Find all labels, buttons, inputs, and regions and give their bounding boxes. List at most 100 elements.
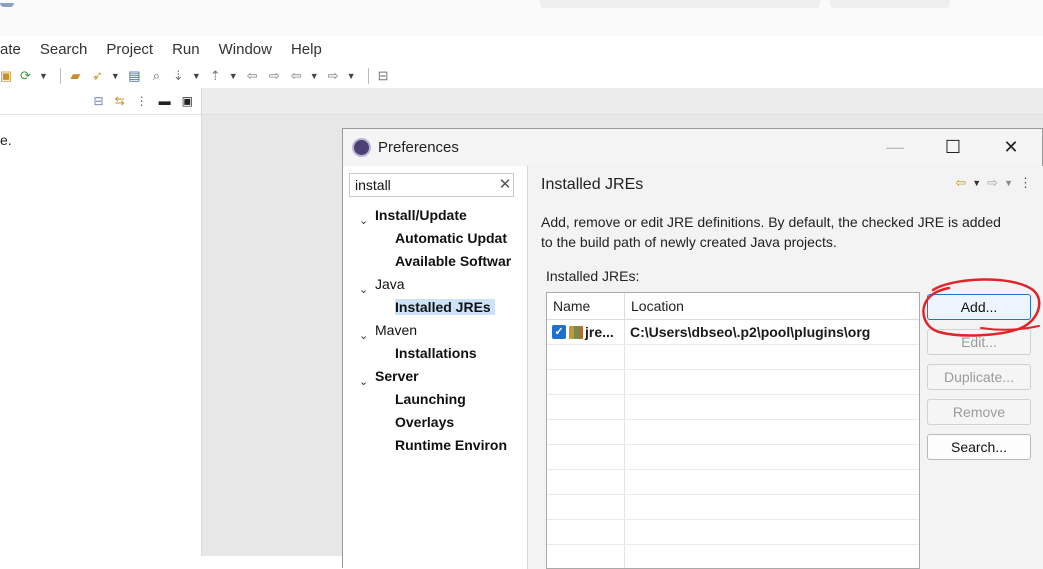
- tree-item-server[interactable]: Server: [375, 368, 419, 384]
- remove-button[interactable]: Remove: [927, 399, 1031, 425]
- table-row-empty: [547, 470, 919, 495]
- chevron-down-icon[interactable]: ▼: [1004, 178, 1013, 188]
- package-icon[interactable]: ▣: [0, 67, 12, 84]
- chevron-down-icon[interactable]: ⌄: [359, 375, 368, 388]
- empty-cell: [547, 545, 625, 568]
- table-row-empty: [547, 345, 919, 370]
- edit-button[interactable]: Edit...: [927, 329, 1031, 355]
- last-edit-icon[interactable]: ⇦: [244, 67, 261, 84]
- add-button[interactable]: Add...: [927, 294, 1031, 320]
- chevron-down-icon[interactable]: ⌄: [359, 214, 368, 227]
- minimize-window-icon[interactable]: —: [873, 129, 917, 165]
- jre-library-icon: [569, 325, 583, 339]
- empty-cell: [547, 520, 625, 544]
- table-row-empty: [547, 370, 919, 395]
- tree-item-automatic-updates[interactable]: Automatic Updat: [395, 230, 517, 246]
- tree-item-launching[interactable]: Launching: [395, 391, 466, 407]
- package-explorer-view: ⊟ ⇆ ⋮ ▬ ▣ e.: [0, 88, 202, 556]
- jre-name: jre...: [585, 324, 614, 340]
- dialog-title-bar: Preferences — ☐ ✕: [343, 129, 1042, 165]
- forward-arrow-icon[interactable]: ⇨: [325, 67, 342, 84]
- tree-item-java[interactable]: Java: [375, 276, 405, 292]
- tree-item-available-software[interactable]: Available Softwar: [395, 253, 517, 269]
- empty-cell: [547, 495, 625, 519]
- preference-page: Installed JREs ⇦ ▼ ⇨ ▼ ⋮ Add, remove or …: [528, 166, 1043, 569]
- view-message-fragment: e.: [0, 132, 12, 148]
- page-nav: ⇦ ▼ ⇨ ▼ ⋮: [955, 175, 1032, 191]
- tree-item-overlays[interactable]: Overlays: [395, 414, 454, 430]
- menu-window[interactable]: Window: [219, 41, 272, 58]
- window-title-blur: [540, 0, 820, 8]
- app-icon-fragment: [0, 3, 14, 7]
- empty-cell: [547, 445, 625, 469]
- maximize-window-icon[interactable]: ☐: [931, 129, 975, 165]
- duplicate-button[interactable]: Duplicate...: [927, 364, 1031, 390]
- collapse-all-icon[interactable]: ⊟: [94, 94, 104, 108]
- table-row-empty: [547, 495, 919, 520]
- menu-navigate[interactable]: ate: [0, 41, 21, 58]
- empty-cell: [547, 395, 625, 419]
- annotation-icon[interactable]: ⇣: [170, 67, 187, 84]
- link-editor-icon[interactable]: ⇆: [115, 94, 125, 108]
- console-icon[interactable]: ▤: [126, 67, 143, 84]
- toolbar-separator: [59, 67, 61, 84]
- back-arrow-icon[interactable]: ⇦: [955, 175, 966, 191]
- chevron-down-icon[interactable]: ▼: [229, 71, 238, 81]
- tree-item-install-update[interactable]: Install/Update: [375, 207, 467, 223]
- next-edit-icon[interactable]: ⇨: [266, 67, 283, 84]
- page-menu-icon[interactable]: ⋮: [1019, 175, 1032, 191]
- chevron-down-icon[interactable]: ▼: [347, 71, 356, 81]
- tree-item-installed-jres[interactable]: Installed JREs: [395, 299, 495, 315]
- tree-item-installed-jres-label: Installed JREs: [395, 299, 495, 315]
- maximize-icon[interactable]: ▣: [182, 94, 193, 108]
- empty-cell: [625, 445, 919, 469]
- menu-run[interactable]: Run: [172, 41, 200, 58]
- default-jre-checkbox[interactable]: ✓: [552, 325, 566, 339]
- menu-search[interactable]: Search: [40, 41, 88, 58]
- close-window-icon[interactable]: ✕: [989, 129, 1033, 165]
- chevron-down-icon[interactable]: ▼: [39, 71, 48, 81]
- clear-filter-icon[interactable]: ✕: [497, 175, 513, 193]
- editor-tab-strip: [202, 88, 1043, 115]
- forward-arrow-icon[interactable]: ⇨: [987, 175, 998, 191]
- column-header-location[interactable]: Location: [625, 293, 919, 319]
- filter-input[interactable]: [349, 173, 514, 197]
- empty-cell: [625, 520, 919, 544]
- rocket-icon[interactable]: ➶: [89, 67, 106, 84]
- toolbar-separator: [367, 67, 369, 84]
- ide-title-bar: [0, 0, 1043, 36]
- back-arrow-icon[interactable]: ⇦: [288, 67, 305, 84]
- menu-help[interactable]: Help: [291, 41, 322, 58]
- dialog-title: Preferences: [378, 138, 459, 156]
- chevron-down-icon[interactable]: ⌄: [359, 329, 368, 342]
- empty-cell: [625, 545, 919, 568]
- chevron-down-icon[interactable]: ▼: [310, 71, 319, 81]
- empty-cell: [625, 495, 919, 519]
- minimize-icon[interactable]: ▬: [159, 94, 171, 108]
- view-toolbar: ⊟ ⇆ ⋮ ▬ ▣: [0, 88, 201, 115]
- column-header-name[interactable]: Name: [547, 293, 625, 319]
- open-folder-icon[interactable]: ▰: [67, 67, 84, 84]
- menu-project[interactable]: Project: [106, 41, 153, 58]
- view-menu-icon[interactable]: ⋮: [136, 94, 148, 108]
- chevron-down-icon[interactable]: ▼: [972, 178, 981, 188]
- empty-cell: [547, 470, 625, 494]
- annotation-up-icon[interactable]: ⇡: [207, 67, 224, 84]
- tree-item-maven[interactable]: Maven: [375, 322, 417, 338]
- empty-cell: [625, 470, 919, 494]
- jre-table: Name Location ✓ jre... C:\Users\dbseo\.p…: [546, 292, 920, 569]
- jre-location-cell: C:\Users\dbseo\.p2\pool\plugins\org: [630, 324, 871, 340]
- search-button[interactable]: Search...: [927, 434, 1031, 460]
- empty-cell: [625, 345, 919, 369]
- chevron-down-icon[interactable]: ⌄: [359, 283, 368, 296]
- pin-editor-icon[interactable]: ⊟: [375, 67, 392, 84]
- window-title-blur-2: [830, 0, 950, 8]
- tree-item-runtime-environments[interactable]: Runtime Environ: [395, 437, 517, 453]
- refresh-icon[interactable]: ⟳: [17, 67, 34, 84]
- tree-item-installations[interactable]: Installations: [395, 345, 477, 361]
- table-row[interactable]: ✓ jre... C:\Users\dbseo\.p2\pool\plugins…: [547, 320, 919, 345]
- chevron-down-icon[interactable]: ▼: [111, 71, 120, 81]
- menu-bar: ate Search Project Run Window Help: [0, 36, 1043, 62]
- chevron-down-icon[interactable]: ▼: [192, 71, 201, 81]
- search-icon[interactable]: ⌕: [148, 67, 165, 84]
